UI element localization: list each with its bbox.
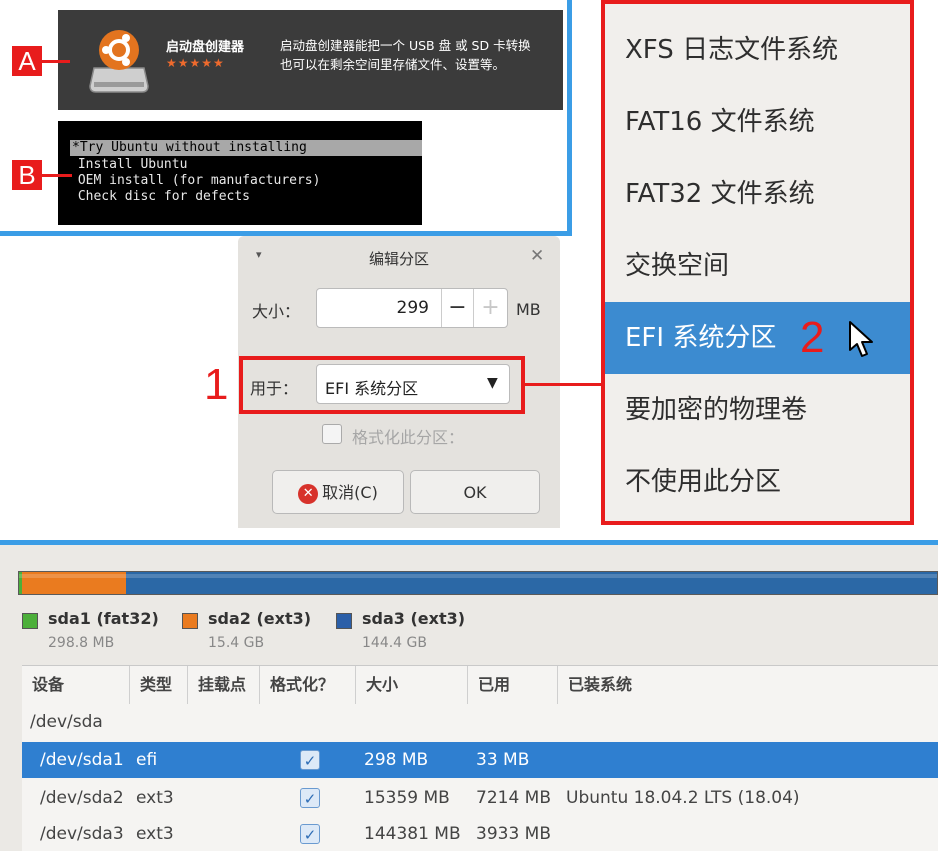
column-header-system[interactable]: 已装系统 [558,666,938,704]
legend-swatch-sda3 [336,613,352,629]
column-header-used[interactable]: 已用 [468,666,558,704]
decrement-button[interactable]: − [441,289,473,327]
callout-label-a: A [12,46,42,76]
table-row-sda1[interactable]: /dev/sda1 efi ✓ 298 MB 33 MB [22,742,938,778]
legend-name-sda2: sda2 (ext3) [208,609,312,628]
option-efi-label: EFI 系统分区 [625,323,777,353]
format-checkbox[interactable]: ✓ [300,824,320,844]
cancel-icon: ✕ [298,483,319,504]
disk-bar-highlight [19,574,937,578]
size-label: 大小： [252,302,301,321]
rating-stars: ★★★★★ [166,56,225,70]
cell-used: 33 MB [476,750,530,770]
app-description: 启动盘创建器能把一个 USB 盘 或 SD 卡转换 也可以在剩余空间里存储文件、… [280,36,531,74]
format-partition-checkbox[interactable] [322,424,342,444]
legend-size-sda3: 144.4 GB [362,635,427,651]
option-xfs[interactable]: XFS 日志文件系统 [605,14,910,86]
format-checkbox[interactable]: ✓ [300,750,320,770]
option-efi-selected[interactable]: EFI 系统分区 2 [605,302,910,374]
connector-line [525,383,605,386]
column-header-type[interactable]: 类型 [130,666,188,704]
cell-type: ext3 [136,788,174,808]
app-description-line-1: 启动盘创建器能把一个 USB 盘 或 SD 卡转换 [280,38,531,53]
legend-name-sda3: sda3 (ext3) [362,609,466,628]
option-fat32[interactable]: FAT32 文件系统 [605,158,910,230]
size-value[interactable]: 299 [317,289,429,327]
app-description-line-2: 也可以在剩余空间里存储文件、设置等。 [280,57,506,72]
cell-device: /dev/sda3 [40,824,124,844]
disk-usage-bar [18,571,938,595]
option-fat16[interactable]: FAT16 文件系统 [605,86,910,158]
use-as-options-list: XFS 日志文件系统 FAT16 文件系统 FAT32 文件系统 交换空间 EF… [601,0,914,525]
column-header-mount[interactable]: 挂载点 [188,666,260,704]
boot-menu: *Try Ubuntu without installing Install U… [58,121,422,225]
size-unit: MB [516,300,541,319]
dialog-title: 编辑分区 [368,250,429,268]
option-do-not-use[interactable]: 不使用此分区 [605,446,910,518]
highlight-box-use-as [239,356,525,414]
legend-name-sda1: sda1 (fat32) [48,609,159,628]
format-checkbox[interactable]: ✓ [300,788,320,808]
app-name: 启动盘创建器 [166,40,245,55]
ok-button[interactable]: OK [410,470,540,514]
legend-size-sda1: 298.8 MB [48,635,115,651]
option-swap[interactable]: 交换空间 [605,230,910,302]
format-partition-label: 格式化此分区： [352,428,465,447]
startup-disk-creator-icon [86,24,152,96]
callout-line-b [42,174,72,177]
boot-item-oem[interactable]: OEM install (for manufacturers) [70,173,321,189]
boot-item-install[interactable]: Install Ubuntu [70,157,188,173]
callout-line-a [42,60,70,63]
partition-table: 设备 类型 挂载点 格式化？ 大小 已用 已装系统 /dev/sda /dev/… [22,665,938,851]
boot-item-try-ubuntu[interactable]: *Try Ubuntu without installing [70,140,422,156]
column-header-size[interactable]: 大小 [356,666,468,704]
startup-disk-creator-entry[interactable]: 启动盘创建器 ★★★★★ 启动盘创建器能把一个 USB 盘 或 SD 卡转换 也… [58,10,563,110]
step-number-1: 1 [204,360,229,409]
option-encrypted-volume[interactable]: 要加密的物理卷 [605,374,910,446]
cell-used: 3933 MB [476,824,551,844]
legend-size-sda2: 15.4 GB [208,635,265,651]
size-spinbox[interactable]: 299 − + [316,288,508,328]
cell-device: /dev/sda2 [40,788,124,808]
cell-size: 144381 MB [364,824,461,844]
cell-size: 15359 MB [364,788,450,808]
table-row-disk[interactable]: /dev/sda [22,704,938,740]
step-number-2: 2 [800,313,825,362]
table-row-sda2[interactable]: /dev/sda2 ext3 ✓ 15359 MB 7214 MB Ubuntu… [22,780,938,816]
boot-item-check-disc[interactable]: Check disc for defects [70,189,250,205]
cancel-label: 取消(C) [322,483,378,502]
column-header-device[interactable]: 设备 [22,666,130,704]
cell-device: /dev/sda1 [40,750,124,770]
column-header-format[interactable]: 格式化？ [260,666,356,704]
cell-used: 7214 MB [476,788,551,808]
callout-label-b: B [12,160,42,190]
cell-device: /dev/sda [30,712,103,732]
cell-system: Ubuntu 18.04.2 LTS (18.04) [566,788,800,808]
increment-button[interactable]: + [473,289,507,327]
table-row-sda3[interactable]: /dev/sda3 ext3 ✓ 144381 MB 3933 MB [22,816,938,852]
close-icon[interactable]: ✕ [530,246,544,266]
legend-swatch-sda1 [22,613,38,629]
legend-swatch-sda2 [182,613,198,629]
cancel-button[interactable]: ✕ 取消(C) [272,470,404,514]
cell-type: efi [136,750,158,770]
cell-size: 298 MB [364,750,429,770]
partition-overview: sda1 (fat32) 298.8 MB sda2 (ext3) 15.4 G… [0,545,938,851]
cell-type: ext3 [136,824,174,844]
